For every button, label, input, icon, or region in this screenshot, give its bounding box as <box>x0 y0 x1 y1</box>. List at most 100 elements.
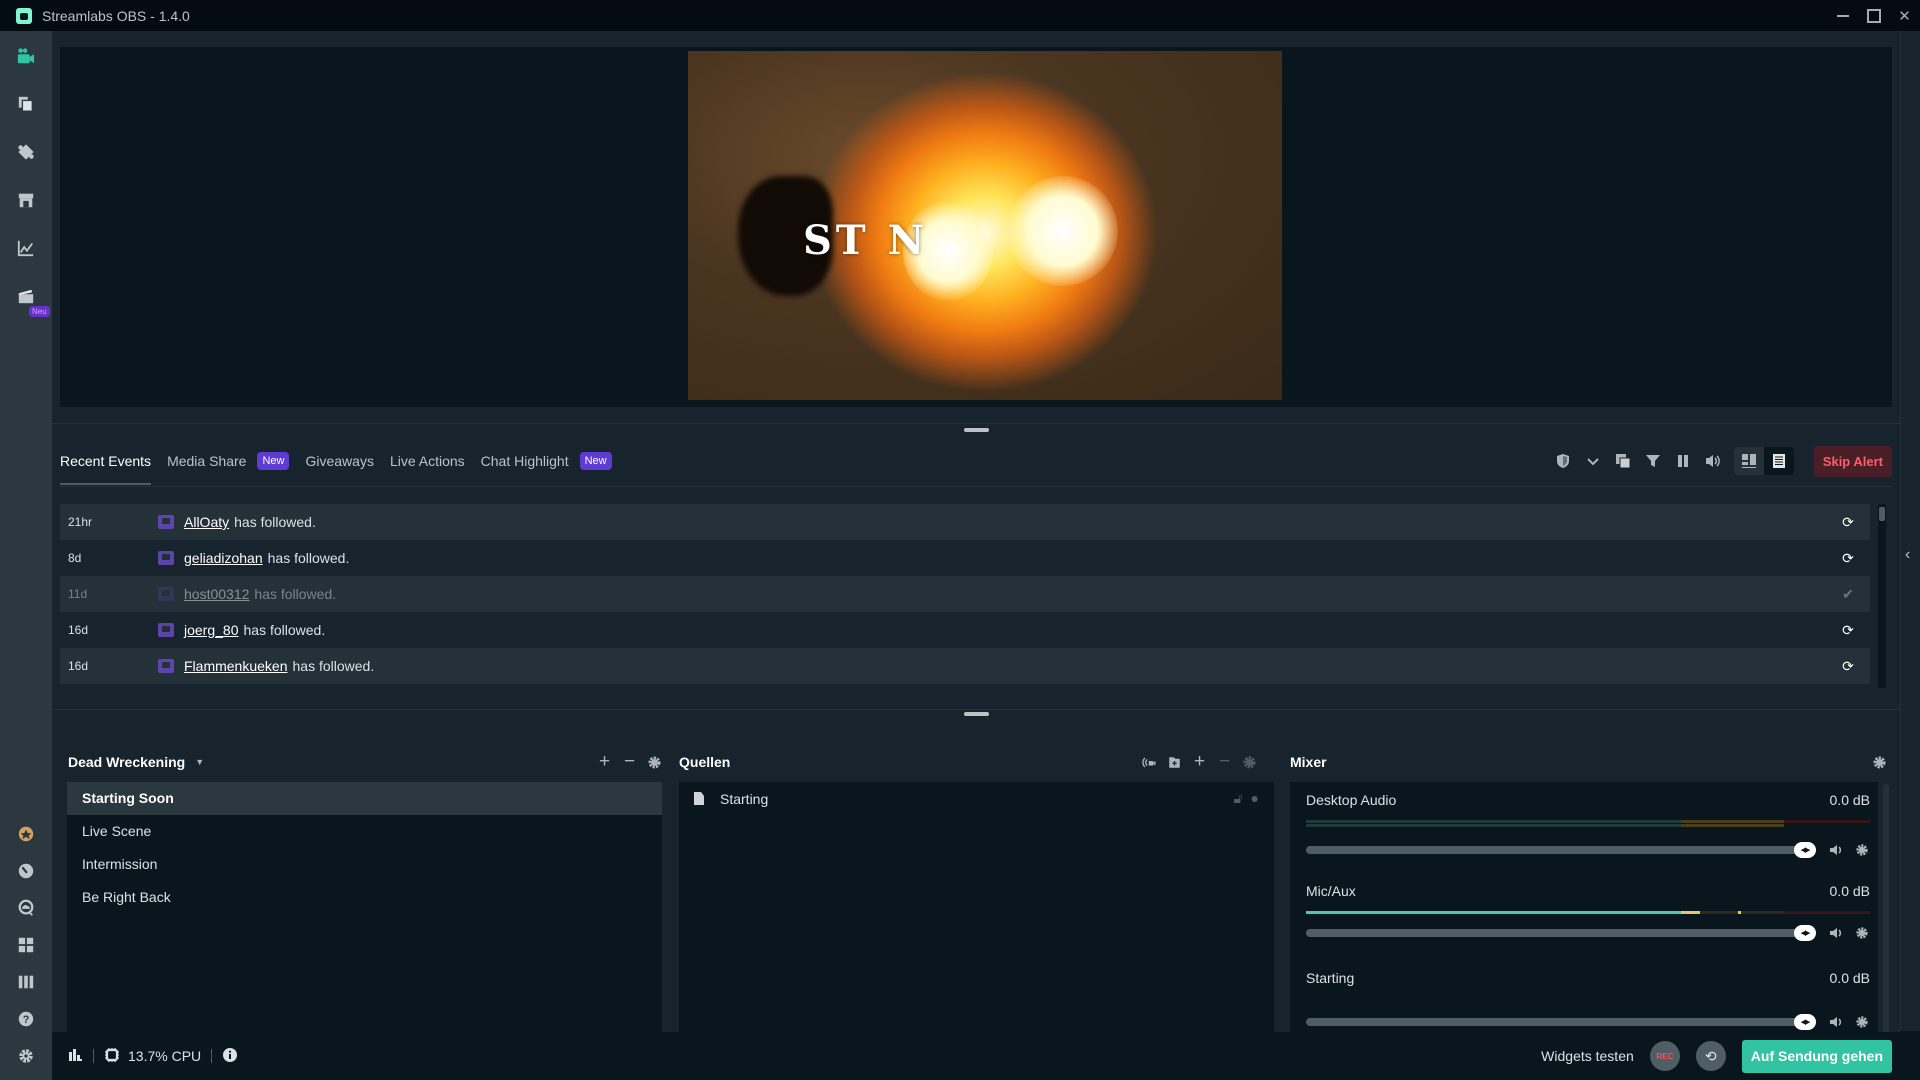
add-folder-icon[interactable] <box>1162 750 1187 775</box>
resize-handle-bottom[interactable] <box>964 712 989 716</box>
gauge-icon[interactable] <box>16 861 36 881</box>
record-button[interactable]: REC <box>1649 1041 1680 1071</box>
test-widgets-button[interactable]: Widgets testen <box>1541 1048 1634 1064</box>
volume-icon[interactable] <box>1698 447 1728 475</box>
streamlabs-logo-icon <box>16 7 32 24</box>
clapperboard-icon[interactable] <box>16 286 36 306</box>
event-row: 21hr AllOaty has followed. ⟳ <box>60 504 1870 540</box>
chevron-down-icon[interactable] <box>1578 447 1608 475</box>
remove-scene-button[interactable]: − <box>617 750 642 775</box>
expand-chevron-left-icon[interactable]: ‹ <box>1905 546 1910 564</box>
new-badge: New <box>257 452 290 470</box>
events-toolbar: Skip Alert <box>1548 441 1892 481</box>
popout-icon[interactable] <box>1608 447 1638 475</box>
event-username-link[interactable]: geliadizohan <box>184 550 263 566</box>
add-source-button[interactable]: + <box>1187 750 1212 775</box>
tab-recent-events[interactable]: Recent Events <box>60 441 152 485</box>
grid-icon[interactable] <box>16 935 36 955</box>
columns-icon[interactable] <box>16 972 36 992</box>
event-row: 8d geliadizohan has followed. ⟳ <box>60 540 1870 576</box>
tab-media-share[interactable]: Media Share New <box>167 441 290 481</box>
scene-collection-selector[interactable]: Dead Wreckening ▼ <box>68 747 204 777</box>
mute-speaker-icon[interactable] <box>1828 842 1844 858</box>
visibility-eye-icon[interactable]: ● <box>1251 790 1259 807</box>
lock-icon[interactable]: 🔓︎ <box>1233 790 1242 807</box>
remove-source-button[interactable]: − <box>1212 750 1237 775</box>
tab-giveaways[interactable]: Giveaways <box>305 441 373 481</box>
event-row: 16d Flammenkueken has followed. ⟳ <box>60 648 1870 684</box>
volume-slider[interactable]: ◀▶ <box>1306 1014 1816 1030</box>
volume-slider-knob[interactable]: ◀▶ <box>1794 925 1816 941</box>
chat-cloud-icon[interactable] <box>16 898 36 918</box>
replay-alert-icon[interactable]: ⟳ <box>1838 656 1858 676</box>
source-settings-gear-icon[interactable] <box>1237 750 1262 775</box>
replay-alert-icon[interactable]: ⟳ <box>1838 512 1858 532</box>
mixer-settings-gear-icon[interactable] <box>1867 750 1892 775</box>
audio-settings-gear-icon[interactable] <box>1854 925 1870 941</box>
neu-badge: Neu <box>29 306 50 317</box>
tab-chat-highlight[interactable]: Chat Highlight New <box>481 441 612 481</box>
store-icon[interactable] <box>16 190 36 210</box>
add-scene-button[interactable]: + <box>592 750 617 775</box>
caret-down-icon: ▼ <box>195 757 205 767</box>
minimize-button[interactable] <box>1827 0 1858 31</box>
mixer-scrollbar[interactable] <box>1883 784 1889 1041</box>
shield-icon[interactable] <box>1548 447 1578 475</box>
mute-speaker-icon[interactable] <box>1828 925 1844 941</box>
scene-settings-gear-icon[interactable] <box>642 750 667 775</box>
audio-settings-gear-icon[interactable] <box>1854 1014 1870 1030</box>
info-icon[interactable] <box>222 1047 238 1066</box>
prime-badge-icon[interactable] <box>16 824 36 844</box>
mixer-panel: Desktop Audio 0.0 dB ◀▶ Mic/Aux 0.0 dB ◀… <box>1290 782 1878 1047</box>
sources-list: Starting 🔓︎ ● <box>679 782 1274 1047</box>
scene-item[interactable]: Live Scene <box>67 815 662 848</box>
preview-area[interactable]: ST N <box>60 47 1892 407</box>
pause-icon[interactable] <box>1668 447 1698 475</box>
skip-alert-button[interactable]: Skip Alert <box>1813 445 1892 477</box>
gear-icon[interactable] <box>16 1046 36 1066</box>
help-icon[interactable]: ? <box>16 1009 36 1029</box>
replay-buffer-icon[interactable]: ⟲ <box>1695 1041 1726 1071</box>
layers-icon[interactable] <box>16 94 36 114</box>
puzzle-icon[interactable] <box>16 142 36 162</box>
maximize-button[interactable] <box>1858 0 1889 31</box>
volume-meter <box>1306 820 1870 827</box>
scene-item[interactable]: Starting Soon <box>67 782 662 815</box>
checkmark-icon[interactable]: ✔ <box>1838 584 1858 604</box>
preview-overlay-text: ST N <box>803 217 929 264</box>
performance-bar-chart-icon[interactable] <box>68 1047 83 1065</box>
go-live-button[interactable]: Auf Sendung gehen <box>1741 1039 1892 1073</box>
events-tabs: Recent Events Media Share New Giveaways L… <box>60 441 628 485</box>
replay-alert-icon[interactable]: ⟳ <box>1838 620 1858 640</box>
event-username-link[interactable]: AllOaty <box>184 514 229 530</box>
twitch-icon <box>158 659 174 673</box>
filter-icon[interactable] <box>1638 447 1668 475</box>
compact-view-icon[interactable] <box>1733 447 1764 475</box>
mute-speaker-icon[interactable] <box>1828 1014 1844 1030</box>
event-username-link[interactable]: host00312 <box>184 586 249 602</box>
close-button[interactable]: ✕ <box>1889 0 1920 31</box>
list-view-icon[interactable] <box>1763 447 1794 475</box>
svg-text:?: ? <box>23 1014 30 1026</box>
event-row: 16d joerg_80 has followed. ⟳ <box>60 612 1870 648</box>
audio-settings-gear-icon[interactable] <box>1854 842 1870 858</box>
scene-item[interactable]: Intermission <box>67 848 662 881</box>
tab-live-actions[interactable]: Live Actions <box>390 441 465 481</box>
chart-line-icon[interactable] <box>16 238 36 258</box>
sources-title: Quellen <box>679 754 731 770</box>
replay-alert-icon[interactable]: ⟳ <box>1838 548 1858 568</box>
event-username-link[interactable]: joerg_80 <box>184 622 239 638</box>
volume-slider-knob[interactable]: ◀▶ <box>1794 842 1816 858</box>
volume-slider[interactable]: ◀▶ <box>1306 925 1816 941</box>
right-panel-collapsed: ‹ <box>1900 31 1920 1031</box>
event-username-link[interactable]: Flammenkueken <box>184 658 288 674</box>
stream-preview[interactable]: ST N <box>688 51 1282 400</box>
source-item[interactable]: Starting 🔓︎ ● <box>679 782 1274 815</box>
studio-camera-icon[interactable] <box>16 46 36 66</box>
resize-handle-top[interactable] <box>964 428 989 432</box>
stream-source-icon[interactable] <box>1137 750 1162 775</box>
events-scrollbar[interactable] <box>1878 504 1886 688</box>
volume-slider-knob[interactable]: ◀▶ <box>1794 1014 1816 1030</box>
scene-item[interactable]: Be Right Back <box>67 881 662 914</box>
volume-slider[interactable]: ◀▶ <box>1306 842 1816 858</box>
